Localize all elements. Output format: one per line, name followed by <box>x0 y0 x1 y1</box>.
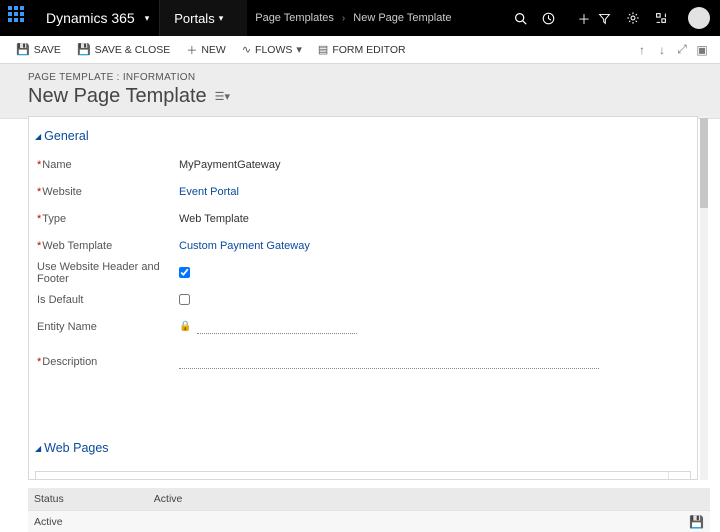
form-panel: ◢ General *Name MyPaymentGateway *Websit… <box>28 116 698 480</box>
area-switcher[interactable]: Portals ▾ <box>160 0 247 36</box>
flow-icon: ∿ <box>242 43 251 56</box>
settings-gear-icon[interactable] <box>626 11 654 25</box>
form-editor-button[interactable]: ▤ FORM EDITOR <box>310 36 414 63</box>
field-web-template-value[interactable]: Custom Payment Gateway <box>179 240 310 252</box>
brand-name[interactable]: Dynamics 365 <box>40 10 141 26</box>
field-website-label: Website <box>42 186 82 198</box>
popout-icon[interactable]: ⤢ <box>672 42 692 57</box>
section-web-pages-header[interactable]: ◢ Web Pages <box>29 429 697 463</box>
field-description-label: Description <box>42 356 97 368</box>
field-type-label: Type <box>42 213 66 225</box>
breadcrumb-item-0[interactable]: Page Templates <box>247 12 342 24</box>
footer-save-icon[interactable]: 💾 <box>689 515 704 529</box>
save-close-button[interactable]: 💾 SAVE & CLOSE <box>69 36 178 63</box>
save-icon: 💾 <box>16 43 30 56</box>
status-value: Active <box>154 493 183 505</box>
search-icon[interactable] <box>668 472 690 480</box>
section-general-label: General <box>44 129 88 143</box>
breadcrumb-item-1: New Page Template <box>345 12 459 24</box>
web-pages-subgrid: Name ↑ Partial URL Parent Page Website D… <box>35 471 691 480</box>
filter-icon[interactable] <box>598 12 626 25</box>
collapse-caret-icon: ◢ <box>35 444 41 453</box>
area-label: Portals <box>174 11 214 26</box>
brand-dropdown-caret[interactable]: ▾ <box>141 13 160 24</box>
field-entity-name-input[interactable] <box>197 320 357 334</box>
chevron-down-icon: ▾ <box>296 43 302 56</box>
form-icon: ▤ <box>318 43 328 56</box>
footer-state-bar: Active 💾 <box>28 510 710 532</box>
save-button[interactable]: 💾 SAVE <box>8 36 69 63</box>
user-avatar[interactable] <box>688 7 710 29</box>
field-entity-name-label: Entity Name <box>37 321 97 333</box>
lock-icon: 🔒 <box>179 321 191 332</box>
help-icon[interactable] <box>654 11 682 25</box>
form-scrollbar[interactable] <box>700 116 708 480</box>
new-button[interactable]: ＋ NEW <box>178 36 234 63</box>
scrollbar-thumb[interactable] <box>700 118 708 208</box>
form-editor-label: FORM EDITOR <box>332 44 405 56</box>
form-type-label: PAGE TEMPLATE : INFORMATION <box>28 72 720 83</box>
new-label: NEW <box>201 44 226 56</box>
app-launcher-icon[interactable] <box>8 6 32 30</box>
field-name-label: Name <box>42 159 71 171</box>
field-website-value[interactable]: Event Portal <box>179 186 239 198</box>
close-form-icon[interactable]: ▣ <box>692 43 712 57</box>
footer-state-value: Active <box>34 516 63 528</box>
command-bar: 💾 SAVE 💾 SAVE & CLOSE ＋ NEW ∿ FLOWS ▾ ▤ … <box>0 36 720 64</box>
search-icon[interactable] <box>514 12 542 25</box>
collapse-caret-icon: ◢ <box>35 132 41 141</box>
section-web-pages-label: Web Pages <box>44 441 108 455</box>
section-general-header[interactable]: ◢ General <box>29 117 697 151</box>
page-title: New Page Template <box>28 85 207 108</box>
status-label: Status <box>34 493 64 505</box>
field-type-value[interactable]: Web Template <box>179 213 249 225</box>
field-is-default-label: Is Default <box>37 294 83 306</box>
field-description-input[interactable] <box>179 355 599 369</box>
nav-down-icon[interactable]: ↓ <box>652 43 672 57</box>
save-close-icon: 💾 <box>77 43 91 56</box>
plus-icon: ＋ <box>186 42 197 58</box>
save-close-label: SAVE & CLOSE <box>95 44 171 56</box>
nav-up-icon[interactable]: ↑ <box>632 43 652 57</box>
field-is-default-checkbox[interactable] <box>179 294 190 305</box>
field-name-value[interactable]: MyPaymentGateway <box>179 159 280 171</box>
form-selector-icon[interactable]: ☰▾ <box>215 90 230 103</box>
field-header-footer-label: Use Website Header and Footer <box>37 261 179 285</box>
global-nav-bar: Dynamics 365 ▾ Portals ▾ Page Templates … <box>0 0 720 36</box>
subgrid-search-input[interactable] <box>36 473 668 481</box>
field-header-footer-checkbox[interactable] <box>179 267 190 278</box>
flows-label: FLOWS <box>255 44 292 56</box>
area-dropdown-caret[interactable]: ▾ <box>215 13 234 24</box>
save-label: SAVE <box>34 44 61 56</box>
status-bar: Status Active <box>28 488 710 510</box>
new-record-icon[interactable]: ＋ <box>570 9 598 28</box>
flows-button[interactable]: ∿ FLOWS ▾ <box>234 36 310 63</box>
field-web-template-label: Web Template <box>42 240 112 252</box>
recent-icon[interactable] <box>542 12 570 25</box>
